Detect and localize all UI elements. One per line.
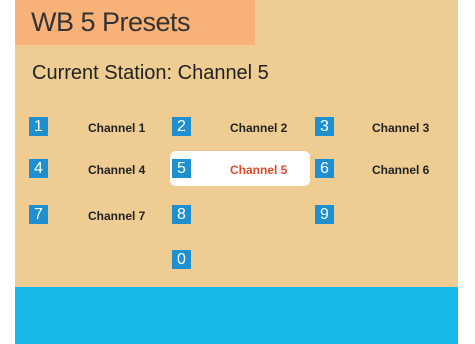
preset-key-2[interactable]: 2 <box>172 117 191 136</box>
bottom-bar <box>15 287 458 344</box>
preset-key-1[interactable]: 1 <box>29 117 48 136</box>
preset-label-2[interactable]: Channel 2 <box>230 121 287 135</box>
current-station-text: Current Station: Channel 5 <box>32 62 269 84</box>
title-bar: WB 5 Presets <box>15 0 255 45</box>
preset-key-8[interactable]: 8 <box>172 205 191 224</box>
preset-label-7[interactable]: Channel 7 <box>88 209 145 223</box>
preset-label-1[interactable]: Channel 1 <box>88 121 145 135</box>
preset-label-4[interactable]: Channel 4 <box>88 163 145 177</box>
preset-key-4[interactable]: 4 <box>29 159 48 178</box>
preset-panel: WB 5 Presets Current Station: Channel 5 … <box>15 0 458 344</box>
preset-key-9[interactable]: 9 <box>315 205 334 224</box>
preset-key-7[interactable]: 7 <box>29 205 48 224</box>
preset-label-5[interactable]: Channel 5 <box>230 163 287 177</box>
page-title: WB 5 Presets <box>31 7 191 37</box>
preset-label-3[interactable]: Channel 3 <box>372 121 429 135</box>
preset-label-6[interactable]: Channel 6 <box>372 163 429 177</box>
preset-key-3[interactable]: 3 <box>315 117 334 136</box>
preset-key-5[interactable]: 5 <box>172 159 191 178</box>
preset-key-0[interactable]: 0 <box>172 250 191 269</box>
preset-key-6[interactable]: 6 <box>315 159 334 178</box>
